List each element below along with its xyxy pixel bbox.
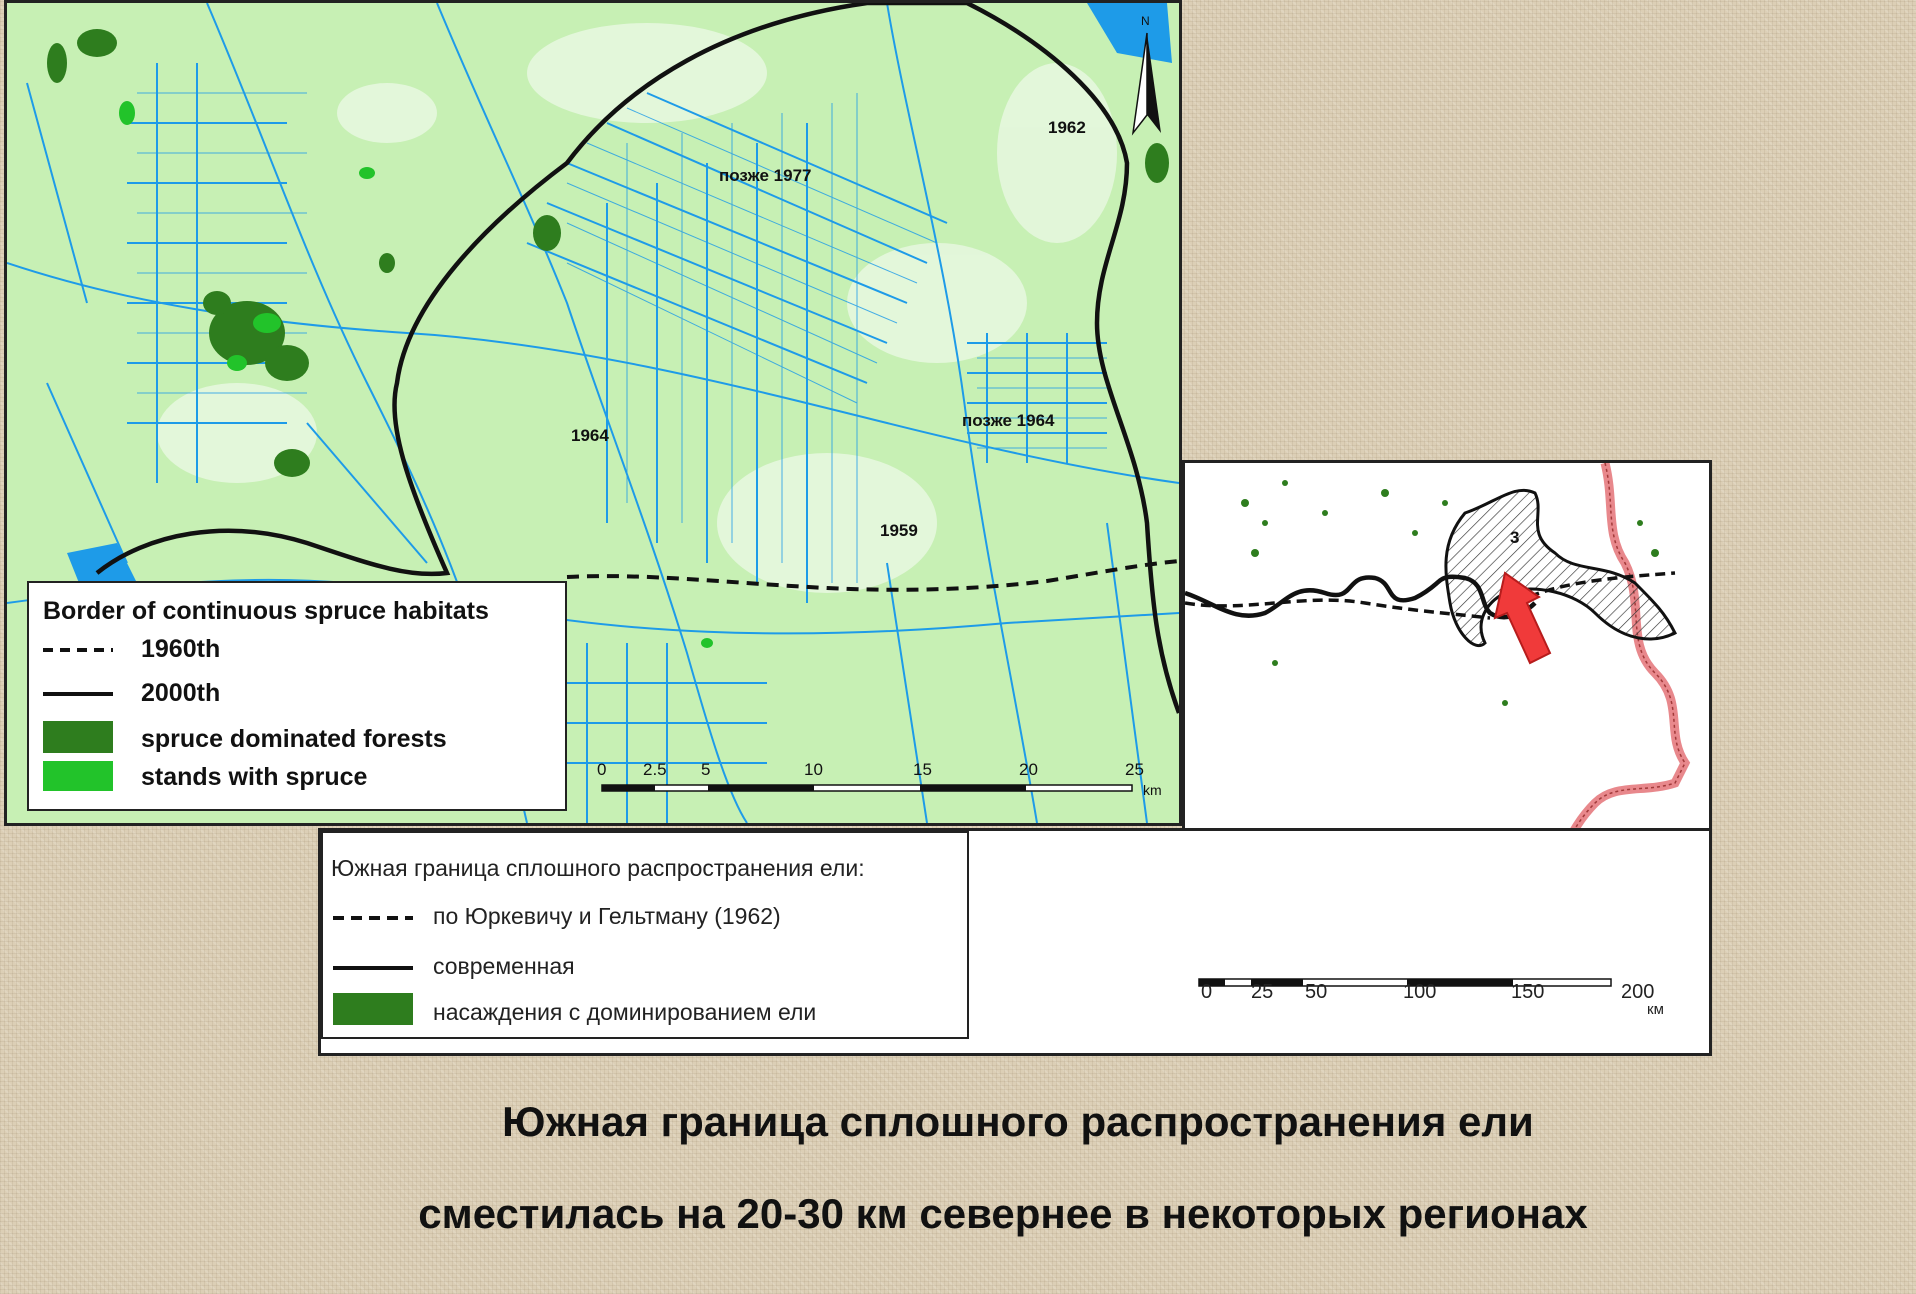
overview-legend-solid-symbol [333,966,413,970]
scale-tick-2-5: 2.5 [643,760,667,779]
legend-title: Border of continuous spruce habitats [43,597,489,625]
caption-line-2: сместилась на 20-30 км севернее в некото… [418,1190,1588,1237]
label-later-1964: позже 1964 [962,411,1055,430]
legend-dashed-symbol [43,648,113,652]
north-label: N [1141,14,1150,28]
overview-scale-unit: км [1647,1001,1664,1018]
overview-scale-tick-0: 0 [1201,981,1213,1003]
legend-item-stands-with-spruce: stands with spruce [141,763,368,791]
overview-legend-dashed-symbol [333,916,413,920]
cleared-areas [157,23,1117,593]
scale-tick-20: 20 [1019,760,1038,779]
overview-legend-panel: Южная граница сплошного распространения … [318,828,1712,1056]
label-1962: 1962 [1048,118,1086,137]
scale-unit: km [1143,782,1162,798]
overview-scale-tick-25: 25 [1251,981,1274,1003]
overview-scale-tick-50: 50 [1305,981,1328,1003]
scale-tick-0: 0 [597,760,606,779]
scale-tick-15: 15 [913,760,932,779]
overview-legend-swatch [333,993,413,1025]
area-label-3: 3 [1510,528,1519,547]
caption-line-1: Южная граница сплошного распространения … [502,1098,1534,1145]
legend-swatch-spruce-dominated [43,721,113,753]
legend-item-2000th: 2000th [141,679,221,707]
legend-swatch-stands-with-spruce [43,761,113,791]
scale-bar [601,784,1133,792]
overview-scale-tick-100: 100 [1403,981,1437,1003]
legend-item-1960th: 1960th [141,635,221,663]
scale-tick-10: 10 [804,760,823,779]
label-1959: 1959 [880,521,918,540]
hatched-area-3 [1444,488,1678,647]
label-later-1977: позже 1977 [719,166,811,185]
scale-tick-5: 5 [701,760,710,779]
detail-map: позже 1977 1962 1964 позже 1964 1959 N 0… [4,0,1182,826]
overview-legend-item-1962: по Юркевичу и Гельтману (1962) [433,903,781,929]
overview-legend: Южная граница сплошного распространения … [321,831,969,1039]
legend-solid-symbol [43,692,113,696]
legend-item-spruce-dominated: spruce dominated forests [141,725,447,753]
overview-legend-title: Южная граница сплошного распространения … [331,855,865,881]
map-legend: Border of continuous spruce habitats 196… [27,581,567,811]
lake-ne [1087,3,1172,63]
overview-legend-item-spruce: насаждения с доминированием ели [433,999,817,1025]
overview-legend-item-modern: современная [433,953,575,979]
overview-scale-tick-150: 150 [1511,981,1545,1003]
scale-tick-25: 25 [1125,760,1144,779]
label-1964: 1964 [571,426,609,445]
